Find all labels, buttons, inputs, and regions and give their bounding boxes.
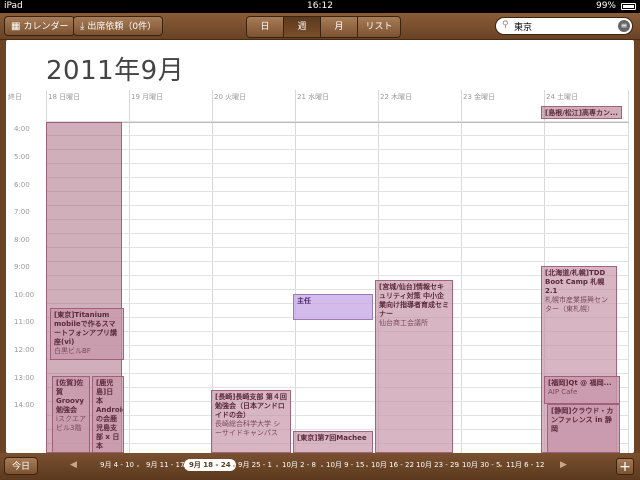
- hour-line: [46, 233, 629, 234]
- event-shunin[interactable]: 主任: [293, 294, 373, 320]
- week-item[interactable]: 10月 2 - 8: [282, 460, 316, 470]
- separator-dot: [321, 465, 323, 467]
- inbox-icon: ⤓: [80, 21, 85, 32]
- calendars-button-label: カレンダー: [23, 22, 69, 32]
- event-fukuoka-qt[interactable]: [福岡]Qt @ 福岡... AIP Cafe: [544, 376, 620, 404]
- battery-percent: 99%: [595, 1, 616, 11]
- day-header-tue[interactable]: 20 火曜日: [212, 90, 246, 104]
- day-header-mon[interactable]: 19 月曜日: [129, 90, 163, 104]
- week-item-selected[interactable]: 9月 18 - 24: [184, 459, 236, 471]
- day-column: [129, 90, 130, 453]
- separator-dot: [366, 465, 368, 467]
- hour-line: [46, 261, 629, 262]
- clock: 16:12: [307, 1, 333, 11]
- add-event-button[interactable]: +: [616, 458, 634, 475]
- search-results-icon[interactable]: ≡: [618, 20, 630, 32]
- event-shizuoka-cloud[interactable]: [静岡]クラウド・カンファレンス in 静岡: [547, 404, 620, 453]
- calendars-button[interactable]: ▦ カレンダー: [4, 16, 76, 36]
- calendar-page: 2011年9月 終日 18 日曜日 19 月曜日 20 火曜日 21 水曜日 2…: [6, 40, 634, 453]
- day-column: [461, 90, 462, 453]
- month-title: 2011年9月: [46, 56, 185, 86]
- tab-day[interactable]: 日: [247, 17, 284, 37]
- event-nagasaki[interactable]: [長崎]長崎支部 第４回勉強会（日本アンドロイドの会） 長崎総合科学大学 シーサ…: [211, 390, 291, 453]
- event-allday-sat[interactable]: [島根/松江]高専カン...: [541, 106, 622, 119]
- hour-label: 12:00: [14, 346, 35, 354]
- week-item[interactable]: 10月 30 - 5: [462, 460, 500, 470]
- tab-list[interactable]: リスト: [358, 17, 400, 37]
- week-item[interactable]: 9月 4 - 10: [100, 460, 134, 470]
- next-week-arrow-icon[interactable]: ▶: [560, 460, 567, 470]
- calendar-icon: ▦: [11, 21, 21, 32]
- hour-label: 13:00: [14, 374, 35, 382]
- today-button[interactable]: 今日: [4, 457, 38, 475]
- day-column: [628, 90, 629, 453]
- invites-button-label: 出席依頼（0件）: [87, 22, 157, 32]
- hour-line: [46, 177, 629, 178]
- bottom-bar: 今日 ◀ 9月 4 - 10 9月 11 - 17 9月 18 - 24 9月 …: [0, 453, 640, 480]
- separator-dot: [457, 465, 459, 467]
- view-switcher: 日 週 月 リスト: [246, 16, 401, 38]
- hour-label: 7:00: [14, 208, 30, 216]
- tab-month[interactable]: 月: [321, 17, 358, 37]
- battery-icon: [621, 3, 636, 10]
- tab-week[interactable]: 週: [284, 17, 321, 37]
- day-header-thu[interactable]: 22 木曜日: [378, 90, 412, 104]
- half-hour-line: [46, 247, 629, 248]
- half-hour-line: [46, 219, 629, 220]
- status-bar: iPad 16:12 99%: [0, 0, 640, 13]
- separator-dot: [500, 465, 502, 467]
- hour-line: [46, 149, 629, 150]
- search-input[interactable]: [514, 20, 610, 32]
- separator-dot: [411, 465, 413, 467]
- day-header-sat[interactable]: 24 土曜日: [544, 90, 578, 104]
- separator-dot: [276, 465, 278, 467]
- event-titanium[interactable]: [東京]Titanium mobileで作るスマートフォンアプリ講座(vi) 白…: [50, 308, 124, 360]
- week-item[interactable]: 9月 11 - 17: [146, 460, 184, 470]
- toolbar: ▦カレンダー ⤓出席依頼（0件） 日 週 月 リスト ⚲ ≡: [0, 13, 640, 40]
- invites-button[interactable]: ⤓ 出席依頼（0件）: [73, 16, 164, 36]
- hour-label: 6:00: [14, 181, 30, 189]
- week-item[interactable]: 11月 6 - 12: [506, 460, 544, 470]
- hour-label: 8:00: [14, 236, 30, 244]
- week-item[interactable]: 9月 25 - 1: [238, 460, 272, 470]
- search-icon: ⚲: [502, 20, 509, 30]
- hour-label: 9:00: [14, 263, 30, 271]
- week-item[interactable]: 10月 16 - 22: [371, 460, 414, 470]
- day-header-fri[interactable]: 23 金曜日: [461, 90, 495, 104]
- separator-dot: [233, 465, 235, 467]
- hour-label: 5:00: [14, 153, 30, 161]
- half-hour-line: [46, 163, 629, 164]
- hour-line: [46, 205, 629, 206]
- week-item[interactable]: 10月 23 - 29: [416, 460, 459, 470]
- event-saga[interactable]: [佐賀]佐賀Groovy勉強会 iスクエアビル3階: [52, 376, 90, 453]
- event-sendai-security[interactable]: [宮城/仙台]情報セキュリティ対策 中小企業向け指導者育成セミナー 仙台商工会議…: [375, 280, 453, 453]
- half-hour-line: [46, 135, 629, 136]
- hour-label: 14:00: [14, 401, 35, 409]
- week-item[interactable]: 10月 9 - 15: [326, 460, 364, 470]
- separator-dot: [137, 465, 139, 467]
- hour-label: 10:00: [14, 291, 35, 299]
- day-column: [295, 90, 296, 453]
- day-header-wed[interactable]: 21 水曜日: [295, 90, 329, 104]
- event-kagoshima[interactable]: [鹿児島]日本Androidの会鹿児島支部 x 日本cor...: [92, 376, 124, 453]
- hour-label: 4:00: [14, 125, 30, 133]
- hour-label: 11:00: [14, 318, 35, 326]
- prev-week-arrow-icon[interactable]: ◀: [70, 460, 77, 470]
- hour-line: [46, 121, 629, 122]
- half-hour-line: [46, 191, 629, 192]
- allday-label: 終日: [8, 93, 22, 101]
- event-tokyo-machee[interactable]: [東京]第7回Machee: [293, 431, 373, 453]
- day-header-sun[interactable]: 18 日曜日: [46, 90, 80, 104]
- search-box[interactable]: ⚲ ≡: [495, 17, 633, 35]
